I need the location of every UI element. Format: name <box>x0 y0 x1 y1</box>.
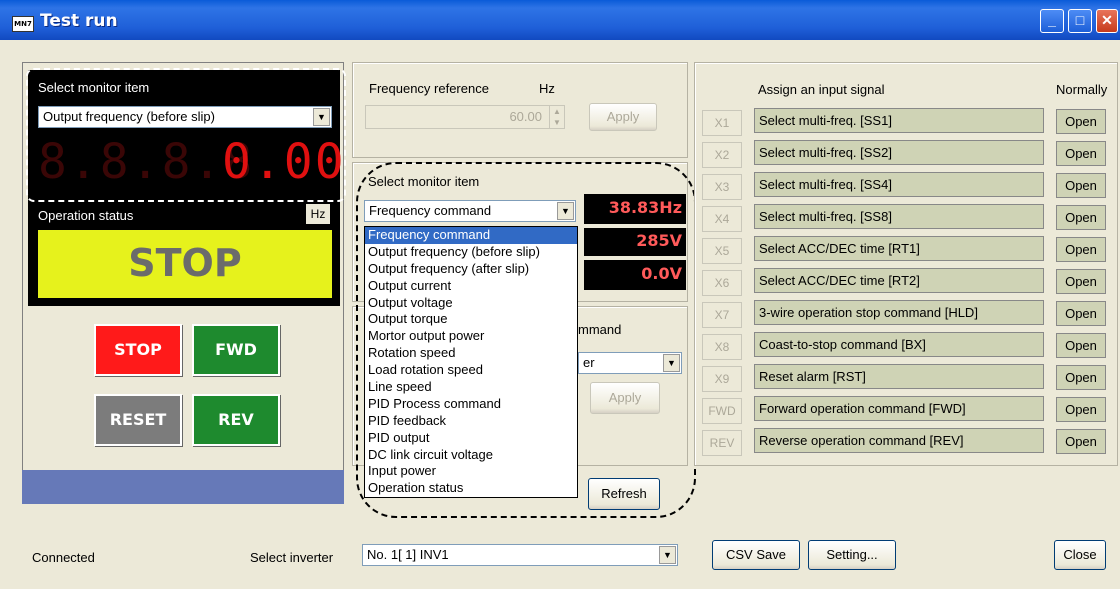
normally-header: Normally <box>1056 82 1108 97</box>
control-buttons-area <box>28 310 340 486</box>
select-inverter-label: Select inverter <box>250 550 334 565</box>
operation-status-label: Operation status <box>38 208 134 223</box>
signal-assignment-label: Select multi-freq. [SS1] <box>754 108 1044 133</box>
stop-button[interactable]: STOP <box>94 324 182 376</box>
signal-state-button[interactable]: Open <box>1056 109 1106 134</box>
frequency-input[interactable]: 60.00 <box>365 105 565 129</box>
reset-button[interactable]: RESET <box>94 394 182 446</box>
signal-state-button[interactable]: Open <box>1056 173 1106 198</box>
signal-terminal-button[interactable]: X3 <box>702 174 742 200</box>
frequency-spinner[interactable]: ▲ ▼ <box>549 106 564 128</box>
signal-state-button[interactable]: Open <box>1056 397 1106 422</box>
signal-state-button[interactable]: Open <box>1056 237 1106 262</box>
maximize-button[interactable]: □ <box>1068 9 1092 33</box>
close-window-button[interactable]: ✕ <box>1096 9 1118 33</box>
csv-save-button[interactable]: CSV Save <box>712 540 800 570</box>
signal-assignment-label: Select ACC/DEC time [RT1] <box>754 236 1044 261</box>
highlight-monitor <box>26 68 346 202</box>
chevron-down-icon: ▼ <box>659 546 676 564</box>
left-panel-footer <box>22 470 344 504</box>
signal-state-button[interactable]: Open <box>1056 365 1106 390</box>
close-button[interactable]: Close <box>1054 540 1106 570</box>
setting-button[interactable]: Setting... <box>808 540 896 570</box>
fwd-button[interactable]: FWD <box>192 324 280 376</box>
window-title: Test run <box>40 11 118 31</box>
frequency-unit: Hz <box>539 81 555 96</box>
app-icon: MN7 <box>12 16 34 32</box>
signal-assignment-label: Reverse operation command [REV] <box>754 428 1044 453</box>
signal-state-button[interactable]: Open <box>1056 205 1106 230</box>
signal-terminal-button[interactable]: X2 <box>702 142 742 168</box>
inverter-select-value: No. 1[ 1] INV1 <box>367 547 449 562</box>
signal-assignment-label: Select multi-freq. [SS2] <box>754 140 1044 165</box>
unit-badge: Hz <box>306 204 330 224</box>
signal-terminal-button[interactable]: X9 <box>702 366 742 392</box>
highlight-monitor-dropdown <box>356 162 696 518</box>
status-display: STOP <box>38 230 332 298</box>
signal-assignment-label: Coast-to-stop command [BX] <box>754 332 1044 357</box>
signal-assignment-label: 3-wire operation stop command [HLD] <box>754 300 1044 325</box>
signal-terminal-button[interactable]: X1 <box>702 110 742 136</box>
signal-state-button[interactable]: Open <box>1056 301 1106 326</box>
signal-state-button[interactable]: Open <box>1056 429 1106 454</box>
rev-button[interactable]: REV <box>192 394 280 446</box>
signal-terminal-button[interactable]: REV <box>702 430 742 456</box>
signal-state-button[interactable]: Open <box>1056 141 1106 166</box>
frequency-label: Frequency reference <box>369 81 489 96</box>
signal-assignment-label: Select multi-freq. [SS8] <box>754 204 1044 229</box>
connection-status: Connected <box>32 550 95 565</box>
test-run-window: MN7 Test run _ □ ✕ Select monitor item O… <box>0 0 1120 589</box>
signal-terminal-button[interactable]: FWD <box>702 398 742 424</box>
minimize-button[interactable]: _ <box>1040 9 1064 33</box>
signal-terminal-button[interactable]: X5 <box>702 238 742 264</box>
signal-assignment-label: Select ACC/DEC time [RT2] <box>754 268 1044 293</box>
signal-terminal-button[interactable]: X4 <box>702 206 742 232</box>
frequency-panel: Frequency reference Hz 60.00 ▲ ▼ Apply <box>352 62 688 158</box>
frequency-apply-button[interactable]: Apply <box>589 103 657 131</box>
inverter-select[interactable]: No. 1[ 1] INV1 ▼ <box>362 544 678 566</box>
assign-header: Assign an input signal <box>758 82 885 97</box>
signal-terminal-button[interactable]: X7 <box>702 302 742 328</box>
signal-assignment-label: Reset alarm [RST] <box>754 364 1044 389</box>
signal-terminal-button[interactable]: X8 <box>702 334 742 360</box>
signal-state-button[interactable]: Open <box>1056 269 1106 294</box>
title-bar[interactable]: MN7 Test run _ □ ✕ <box>0 0 1120 40</box>
signal-terminal-button[interactable]: X6 <box>702 270 742 296</box>
signal-assignment-label: Forward operation command [FWD] <box>754 396 1044 421</box>
signal-assignment-label: Select multi-freq. [SS4] <box>754 172 1044 197</box>
signal-state-button[interactable]: Open <box>1056 333 1106 358</box>
